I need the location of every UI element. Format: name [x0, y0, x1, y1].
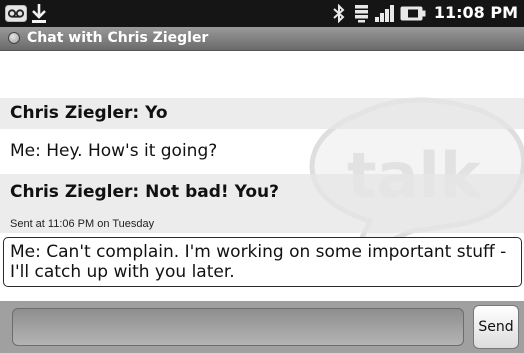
- status-time: 11:08 PM: [433, 3, 518, 22]
- message-input[interactable]: [12, 308, 464, 346]
- presence-icon: [8, 32, 20, 44]
- message-incoming: Chris Ziegler: Yo: [0, 98, 524, 129]
- signal-icon: [374, 4, 395, 27]
- message-outgoing: Me: Hey. How's it going?: [10, 141, 218, 161]
- chat-history[interactable]: talk Chris Ziegler: Yo Me: Hey. How's it…: [0, 51, 524, 301]
- status-bar: 11:08 PM: [0, 0, 524, 27]
- message-timestamp: Sent at 11:06 PM on Tuesday: [10, 218, 155, 230]
- voicemail-icon: [5, 5, 27, 26]
- bluetooth-icon: [333, 3, 345, 27]
- send-button[interactable]: Send: [473, 305, 519, 349]
- composer: Send: [0, 301, 524, 353]
- wifi-icon: [354, 4, 369, 27]
- page-title: Chat with Chris Ziegler: [27, 30, 209, 46]
- title-bar: Chat with Chris Ziegler: [0, 27, 524, 51]
- system-icons: 11:08 PM: [324, 0, 524, 27]
- download-icon: [31, 3, 47, 28]
- battery-icon: [400, 6, 426, 25]
- message-outgoing-latest: Me: Can't complain. I'm working on some …: [3, 237, 522, 287]
